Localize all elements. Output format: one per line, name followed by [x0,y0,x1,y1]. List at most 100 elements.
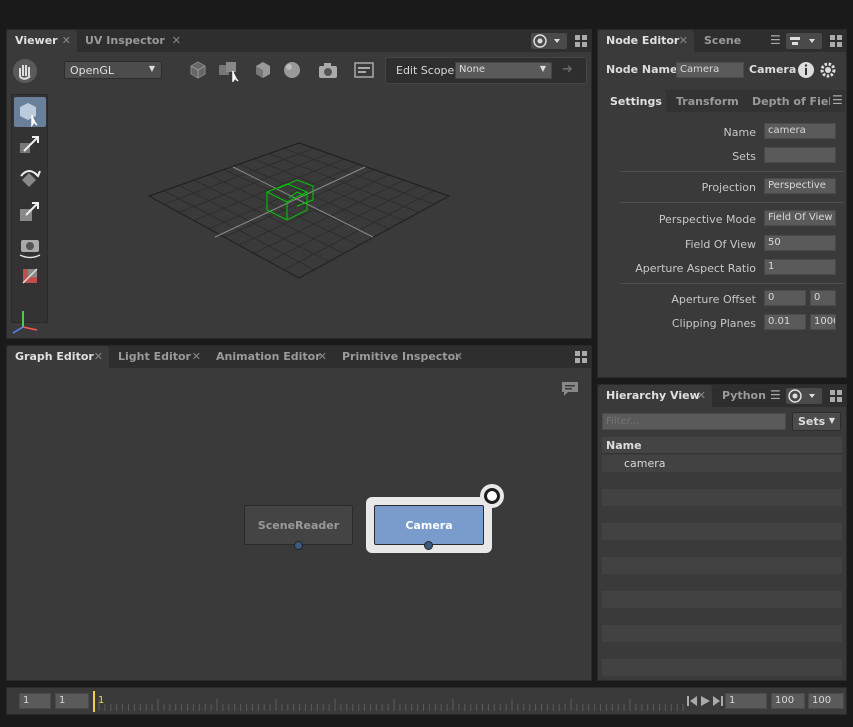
tool-strip [11,94,48,323]
close-icon[interactable]: ✕ [454,346,463,368]
empty-row [602,591,842,608]
rotate-icon [20,170,41,187]
empty-row [602,625,842,642]
tab-hierarchy-view[interactable]: Hierarchy View ✕ [598,385,712,407]
empty-row [602,506,842,523]
renderer-dropdown[interactable]: OpenGL ▼ [64,61,162,79]
close-icon[interactable]: ✕ [679,30,688,52]
clipping-planes-label: Clipping Planes [671,317,756,330]
close-icon[interactable]: ✕ [192,346,201,368]
perspective-mode-dropdown[interactable]: Field Of View [764,210,836,226]
close-icon[interactable]: ✕ [697,385,706,407]
view-node-icon[interactable] [479,483,505,509]
layout-grid-icon[interactable] [574,34,588,48]
viewport-grid[interactable] [147,140,452,282]
tab-settings[interactable]: Settings [603,90,666,112]
skip-end-icon[interactable] [712,695,724,707]
empty-row [602,608,842,625]
node-type-label: Camera [749,63,797,76]
tab-menu-icon[interactable]: ☰ [770,388,781,402]
tab-animation-editor[interactable]: Animation Editor ✕ [208,346,333,368]
sets-field[interactable] [764,147,836,163]
skip-start-icon[interactable] [686,695,698,707]
range-start-field[interactable]: 1 [55,693,89,709]
layout-grid-icon[interactable] [829,389,843,403]
column-header[interactable]: Name [602,437,842,454]
layout-grid-icon[interactable] [829,34,843,48]
edit-scope-dropdown[interactable]: None ▼ [455,62,552,79]
tab-primitive-inspector[interactable]: Primitive Inspector ✕ [334,346,469,368]
sphere-icon[interactable] [282,60,302,80]
frame-field[interactable]: 1 [725,693,767,709]
translate-tool-button[interactable] [14,131,46,161]
fov-field[interactable]: 50 [764,235,836,251]
clip-near-field[interactable]: 0.01 [764,314,806,330]
graph-editor-panel: Graph Editor ✕ Light Editor ✕ Animation Ed… [6,345,592,681]
tab-graph-editor[interactable]: Graph Editor ✕ [7,346,109,368]
chevron-down-icon: ▼ [828,416,835,425]
gear-icon[interactable] [819,61,837,79]
scale-tool-button[interactable] [14,197,46,227]
tab-transform[interactable]: Transform [676,95,739,108]
aperture-offset-label: Aperture Offset [671,293,756,306]
tab-scene-inspector[interactable]: Scene Inspe [696,30,768,52]
close-icon[interactable]: ✕ [94,346,103,368]
clip-far-field[interactable]: 1000 [810,314,836,330]
output-plug[interactable] [294,541,303,550]
info-icon[interactable] [797,61,815,79]
fov-label: Field Of View [684,238,756,251]
target-menu-button[interactable] [786,388,822,404]
tab-node-editor[interactable]: Node Editor ✕ [598,30,694,52]
start-frame-field[interactable]: 1 [19,693,51,709]
tab-python[interactable]: Python [714,385,770,407]
hand-pan-icon[interactable] [11,57,39,85]
timeline-ruler[interactable] [93,691,685,713]
node-name-value: Camera [680,64,720,75]
close-icon[interactable]: ✕ [172,30,181,52]
tab-menu-icon[interactable]: ☰ [832,93,843,107]
name-field[interactable]: camera [764,123,836,139]
node-name-field[interactable]: Camera [676,62,744,78]
range-end-field[interactable]: 100 [771,693,805,709]
node-camera[interactable]: Camera [374,505,484,545]
tab-light-editor[interactable]: Light Editor ✕ [110,346,207,368]
edit-scope-value: None [459,64,486,75]
end-frame-field[interactable]: 100 [808,693,844,709]
clip-near-value: 0.01 [768,316,791,327]
aspect-ratio-field[interactable]: 1 [764,259,836,275]
camera-icon[interactable] [317,60,339,80]
tab-menu-icon[interactable]: ☰ [770,33,781,47]
tab-label: Hierarchy View [606,389,700,402]
aperture-offset-y-field[interactable]: 0 [810,290,836,306]
pin-menu-button[interactable] [786,33,822,49]
tab-viewer[interactable]: Viewer ✕ [7,30,77,52]
aperture-offset-x-field[interactable]: 0 [764,290,806,306]
comment-icon[interactable] [560,380,580,398]
bounding-box-icon[interactable] [188,60,208,80]
camera-tool-button[interactable] [14,230,46,260]
crop-tool-button[interactable] [14,261,46,291]
target-menu-button[interactable] [531,33,567,49]
list-item[interactable]: camera [602,455,842,472]
node-name-label: Node Name [606,63,678,76]
node-scenereader[interactable]: SceneReader [244,505,353,545]
play-icon[interactable] [699,695,711,707]
close-icon[interactable]: ✕ [62,30,71,52]
selection-mask-icon[interactable] [217,60,241,82]
image-layers-icon[interactable] [353,61,375,79]
close-icon[interactable]: ✕ [318,346,327,368]
output-plug[interactable] [424,541,433,550]
arrow-right-icon[interactable]: ➜ [562,62,573,77]
sets-dropdown[interactable]: Sets ▼ [792,412,841,431]
rotate-tool-button[interactable] [14,164,46,194]
projection-dropdown[interactable]: Perspective [764,178,836,194]
layout-grid-icon[interactable] [574,350,588,364]
shaded-cube-icon[interactable] [253,60,273,80]
translate-icon [20,136,39,153]
start-frame-value: 1 [23,695,30,706]
tab-depth-of-field[interactable]: Depth of Field [752,90,830,112]
select-tool-button[interactable] [14,97,46,128]
filter-input[interactable] [602,413,786,430]
tab-uv-inspector[interactable]: UV Inspector ✕ [77,30,187,52]
aperture-offset-y-value: 0 [814,292,821,303]
